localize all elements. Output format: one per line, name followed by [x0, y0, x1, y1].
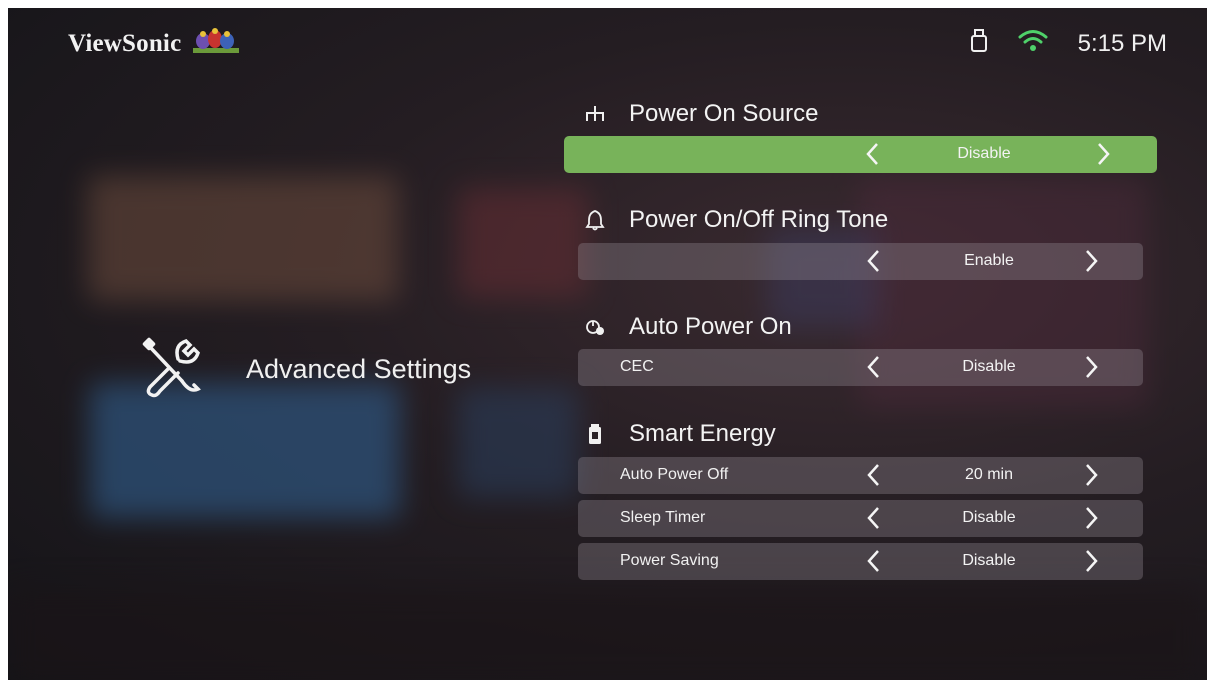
background-tile [88, 176, 398, 301]
group-power-on-source: Power On Source [583, 100, 818, 128]
right-arrow-icon[interactable] [1078, 462, 1104, 488]
left-arrow-icon[interactable] [861, 462, 887, 488]
birds-logo-icon [191, 26, 241, 61]
left-arrow-icon[interactable] [861, 354, 887, 380]
group-ring-tone: Power On/Off Ring Tone [583, 206, 888, 234]
power-on-source-row[interactable]: Disable [564, 136, 1157, 173]
settings-screen: ViewSonic 5:15 PM Advanced Settings Powe… [8, 8, 1207, 680]
section-header: Advanced Settings [138, 333, 471, 406]
battery-icon [583, 422, 607, 446]
section-title: Advanced Settings [246, 354, 472, 384]
tools-icon [138, 333, 206, 406]
right-arrow-icon[interactable] [1078, 354, 1104, 380]
row-value: Disable [962, 358, 1016, 375]
brand-logo: ViewSonic [68, 26, 241, 61]
row-value: Disable [962, 509, 1016, 526]
right-arrow-icon[interactable] [1090, 141, 1116, 167]
ring-tone-row[interactable]: Enable [578, 243, 1143, 280]
group-title: Power On/Off Ring Tone [629, 206, 889, 233]
group-title: Smart Energy [629, 420, 776, 447]
row-label: Auto Power Off [620, 466, 729, 483]
group-title: Power On Source [629, 100, 819, 127]
row-value: 20 min [964, 466, 1014, 483]
sleep-timer-row[interactable]: Sleep Timer Disable [578, 500, 1143, 537]
bell-icon [583, 208, 607, 232]
group-title: Auto Power On [629, 313, 792, 340]
power-saving-row[interactable]: Power Saving Disable [578, 543, 1143, 580]
source-icon [583, 102, 607, 126]
clock: 5:15 PM [1077, 29, 1167, 57]
row-label: Sleep Timer [620, 509, 706, 526]
group-smart-energy: Smart Energy [583, 420, 776, 448]
right-arrow-icon[interactable] [1078, 505, 1104, 531]
group-auto-power-on: Auto Power On [583, 313, 792, 341]
background-shade [8, 588, 1207, 680]
usb-icon [970, 29, 988, 58]
row-value: Enable [964, 252, 1014, 269]
brand-name: ViewSonic [68, 29, 182, 57]
left-arrow-icon[interactable] [861, 248, 887, 274]
row-value: Disable [957, 145, 1011, 162]
row-value: Disable [962, 552, 1016, 569]
power-clock-icon [583, 315, 607, 339]
left-arrow-icon[interactable] [861, 505, 887, 531]
row-label: CEC [620, 358, 654, 375]
row-label: Power Saving [620, 552, 719, 569]
cec-row[interactable]: CEC Disable [578, 349, 1143, 386]
status-bar: 5:15 PM [970, 28, 1167, 59]
background-tile [458, 188, 588, 298]
right-arrow-icon[interactable] [1078, 548, 1104, 574]
right-arrow-icon[interactable] [1078, 248, 1104, 274]
auto-power-off-row[interactable]: Auto Power Off 20 min [578, 457, 1143, 494]
wifi-icon [1018, 28, 1048, 59]
left-arrow-icon[interactable] [860, 141, 886, 167]
left-arrow-icon[interactable] [861, 548, 887, 574]
background-tile [458, 388, 578, 498]
